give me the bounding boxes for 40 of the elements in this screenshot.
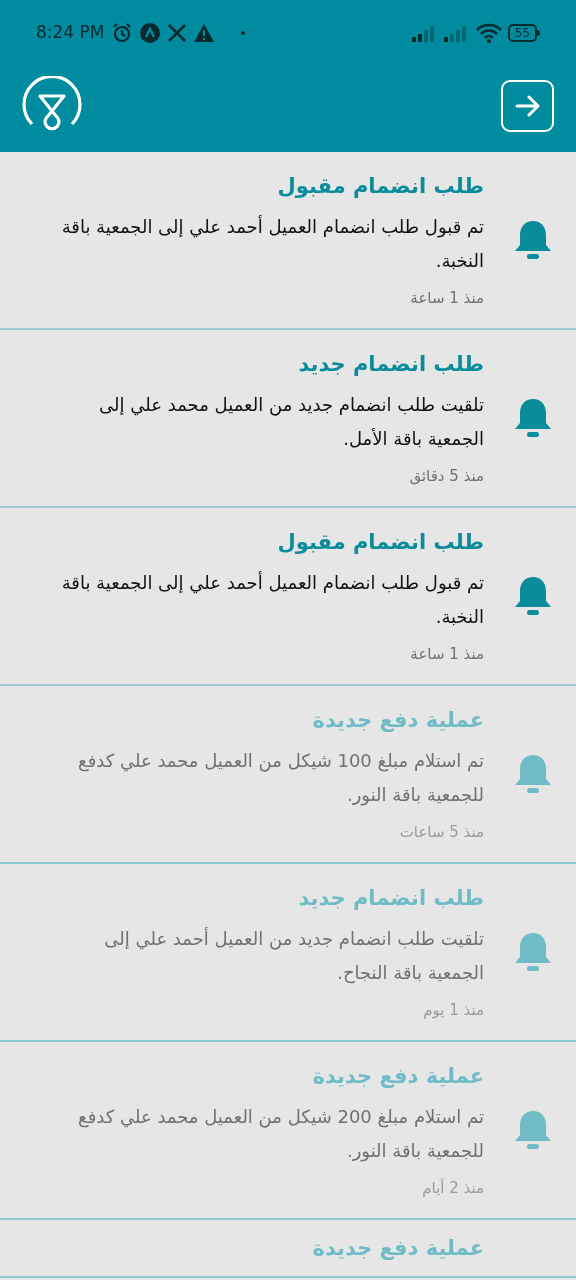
notification-time: منذ 1 ساعة (410, 288, 484, 309)
status-time: 8:24 PM (36, 21, 105, 45)
x-icon (166, 23, 187, 43)
notification-title: طلب انضمام جديد (298, 351, 484, 378)
notification-item[interactable]: طلب انضمام جديد تلقيت طلب انضمام جديد من العميل أحمد علي إلى الجمعية باقة النجاح. منذ 1 يوم (0, 864, 576, 1042)
notification-message: تم قبول طلب انضمام العميل أحمد علي إلى الجمعية باقة النخبة. (60, 214, 484, 273)
warning-icon (192, 23, 215, 43)
bell-icon (514, 397, 552, 439)
wifi-icon (475, 23, 502, 43)
notification-time: منذ 5 دقائق (409, 466, 484, 487)
bell-icon (514, 931, 552, 973)
notification-message: تلقيت طلب انضمام جديد من العميل أحمد علي إلى الجمعية باقة النجاح. (103, 926, 484, 986)
dot-icon (240, 31, 245, 35)
bell-icon (514, 575, 552, 617)
notification-message: تلقيت طلب انضمام جديد من العميل محمد علي إلى الجمعية باقة الأمل. (98, 393, 484, 451)
back-button[interactable] (501, 80, 554, 132)
notification-message: تم قبول طلب انضمام العميل أحمد علي إلى الجمعية باقة النخبة. (60, 570, 484, 629)
notification-item[interactable]: طلب انضمام مقبول تم قبول طلب انضمام العميل أحمد علي إلى الجمعية باقة النخبة. منذ 1 ساعة (0, 508, 576, 686)
notification-title: عملية دفع جديدة (312, 1235, 484, 1262)
notification-time: منذ 5 ساعات (399, 822, 484, 843)
arrow-right-icon (514, 95, 541, 117)
bell-icon (514, 1109, 552, 1151)
notification-message: تم استلام مبلغ 200 شيكل من العميل محمد علي كدفع للجمعية باقة النور. (77, 1105, 484, 1164)
notification-time: منذ 1 ساعة (410, 644, 484, 665)
notification-item[interactable]: طلب انضمام مقبول تم قبول طلب انضمام العميل أحمد علي إلى الجمعية باقة النخبة. منذ 1 ساعة (0, 152, 576, 330)
notification-message: تم استلام مبلغ 100 شيكل من العميل محمد علي كدفع للجمعية باقة النور. (77, 749, 484, 808)
notification-title: عملية دفع جديدة (312, 1063, 484, 1090)
notification-title: طلب انضمام جديد (298, 885, 484, 912)
battery-indicator: 55 (507, 24, 540, 42)
notification-item[interactable]: طلب انضمام جديد تلقيت طلب انضمام جديد من العميل محمد علي إلى الجمعية باقة الأمل. منذ 5 دقائق (0, 330, 576, 508)
bell-icon (514, 219, 552, 261)
notification-time: منذ 1 يوم (423, 1000, 484, 1021)
app-notification-icon (138, 22, 161, 44)
notification-time: منذ 2 أيام (422, 1177, 484, 1199)
notification-title: عملية دفع جديدة (312, 707, 484, 734)
notification-title: طلب انضمام مقبول (277, 173, 484, 200)
notification-item[interactable]: عملية دفع جديدة تم استلام مبلغ 200 شيكل من العميل محمد علي كدفع للجمعية باقة النور. منذ 2 أيام (0, 1042, 576, 1220)
notification-item[interactable]: عملية دفع جديدة تم استلام مبلغ 100 شيكل من العميل محمد علي كدفع للجمعية باقة النور. منذ 5 ساعات (0, 686, 576, 864)
notification-title: طلب انضمام مقبول (277, 529, 484, 556)
bell-icon (514, 753, 552, 795)
